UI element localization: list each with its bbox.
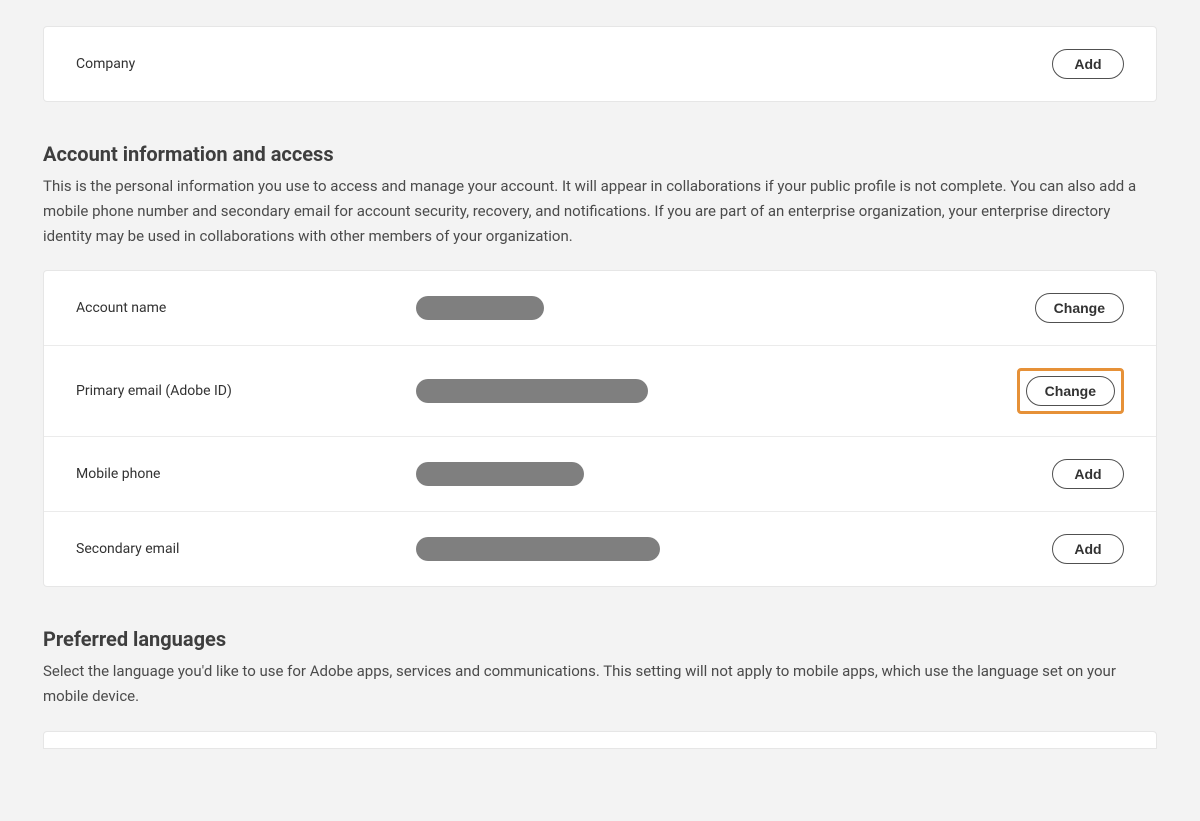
account-name-change-button[interactable]: Change xyxy=(1035,293,1124,323)
primary-email-label: Primary email (Adobe ID) xyxy=(76,383,416,399)
account-name-redacted xyxy=(416,296,544,320)
account-name-value xyxy=(416,296,1035,320)
secondary-email-value xyxy=(416,537,1052,561)
account-name-label: Account name xyxy=(76,300,416,316)
mobile-phone-add-button[interactable]: Add xyxy=(1052,459,1124,489)
primary-email-redacted xyxy=(416,379,648,403)
account-info-heading: Account information and access xyxy=(43,142,1157,166)
primary-email-row: Primary email (Adobe ID) Change xyxy=(44,346,1156,437)
primary-email-change-button[interactable]: Change xyxy=(1026,376,1115,406)
company-label: Company xyxy=(76,56,416,72)
languages-description: Select the language you'd like to use fo… xyxy=(43,659,1143,709)
languages-heading: Preferred languages xyxy=(43,627,1157,651)
account-info-card: Account name Change Primary email (Adobe… xyxy=(43,270,1157,587)
mobile-phone-row: Mobile phone Add xyxy=(44,437,1156,512)
mobile-phone-redacted xyxy=(416,462,584,486)
primary-email-value xyxy=(416,379,1017,403)
secondary-email-redacted xyxy=(416,537,660,561)
company-row: Company Add xyxy=(44,27,1156,101)
primary-email-highlight: Change xyxy=(1017,368,1124,414)
company-card: Company Add xyxy=(43,26,1157,102)
mobile-phone-value xyxy=(416,462,1052,486)
secondary-email-label: Secondary email xyxy=(76,541,416,557)
secondary-email-row: Secondary email Add xyxy=(44,512,1156,586)
account-name-row: Account name Change xyxy=(44,271,1156,346)
mobile-phone-label: Mobile phone xyxy=(76,466,416,482)
secondary-email-add-button[interactable]: Add xyxy=(1052,534,1124,564)
account-info-description: This is the personal information you use… xyxy=(43,174,1143,248)
languages-card xyxy=(43,731,1157,749)
company-add-button[interactable]: Add xyxy=(1052,49,1124,79)
